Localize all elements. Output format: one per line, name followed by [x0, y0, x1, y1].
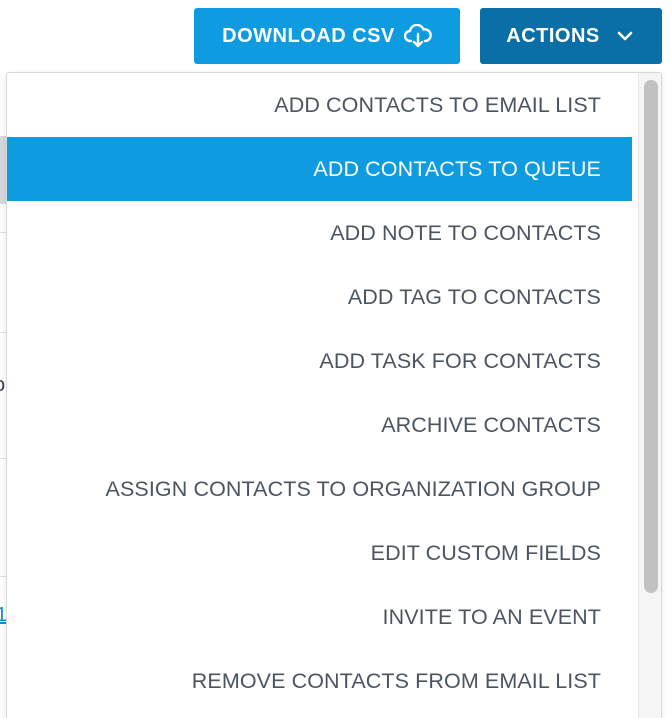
download-csv-label: DOWNLOAD CSV	[222, 24, 395, 47]
menu-item-label: ASSIGN CONTACTS TO ORGANIZATION GROUP	[105, 476, 601, 501]
menu-item-add-contacts-to-email-list[interactable]: ADD CONTACTS TO EMAIL LIST	[7, 73, 632, 137]
menu-item-label: INVITE TO AN EVENT	[382, 604, 601, 629]
menu-scrollbar-thumb[interactable]	[644, 80, 658, 593]
menu-item-archive-contacts[interactable]: ARCHIVE CONTACTS	[7, 393, 632, 457]
actions-button[interactable]: ACTIONS	[480, 8, 662, 64]
chevron-down-icon	[617, 31, 633, 41]
menu-item-assign-contacts-to-organization-group[interactable]: ASSIGN CONTACTS TO ORGANIZATION GROUP	[7, 457, 632, 521]
menu-item-add-tag-to-contacts[interactable]: ADD TAG TO CONTACTS	[7, 265, 632, 329]
menu-item-label: ADD CONTACTS TO QUEUE	[313, 156, 601, 181]
cloud-download-icon	[403, 24, 432, 48]
menu-item-remove-contacts-from-email-list[interactable]: REMOVE CONTACTS FROM EMAIL LIST	[7, 649, 632, 713]
menu-scrollbar[interactable]	[638, 73, 661, 718]
table-cell-fragment: o	[0, 374, 5, 397]
actions-label: ACTIONS	[506, 24, 600, 47]
menu-item-label: ARCHIVE CONTACTS	[381, 412, 601, 437]
menu-item-label: REMOVE CONTACTS FROM EMAIL LIST	[191, 668, 601, 693]
menu-item-add-note-to-contacts[interactable]: ADD NOTE TO CONTACTS	[7, 201, 632, 265]
download-csv-button[interactable]: DOWNLOAD CSV	[194, 8, 460, 64]
menu-item-label: ADD TAG TO CONTACTS	[347, 284, 601, 309]
menu-item-add-task-for-contacts[interactable]: ADD TASK FOR CONTACTS	[7, 329, 632, 393]
menu-item-label: ADD CONTACTS TO EMAIL LIST	[274, 92, 601, 117]
menu-item-label: ADD TASK FOR CONTACTS	[319, 348, 601, 373]
actions-dropdown-menu: ADD CONTACTS TO EMAIL LIST ADD CONTACTS …	[6, 72, 662, 718]
menu-item-invite-to-an-event[interactable]: INVITE TO AN EVENT	[7, 585, 632, 649]
menu-item-add-contacts-to-queue[interactable]: ADD CONTACTS TO QUEUE	[7, 137, 632, 201]
menu-item-label: ADD NOTE TO CONTACTS	[330, 220, 601, 245]
menu-item-label: EDIT CUSTOM FIELDS	[370, 540, 601, 565]
menu-item-edit-custom-fields[interactable]: EDIT CUSTOM FIELDS	[7, 521, 632, 585]
